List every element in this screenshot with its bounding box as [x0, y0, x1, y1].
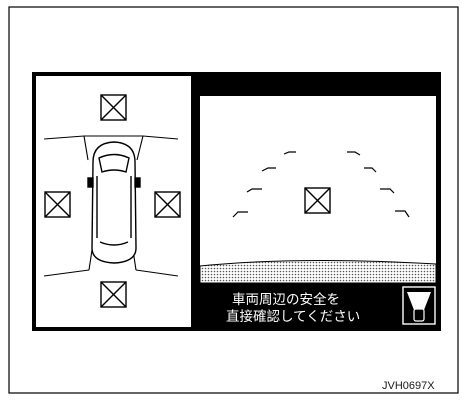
front-view-mode-icon: [402, 286, 436, 325]
figure-code: JVH0697X: [382, 380, 435, 392]
birds-eye-view-panel: [36, 76, 191, 327]
car-top-view-icon: [87, 141, 141, 264]
monitor-screen: 車両周辺の安全を 直接確認してください: [32, 72, 441, 331]
front-camera-view-panel: [199, 96, 437, 284]
bumper-area: [199, 259, 437, 284]
warning-message-line-2: 直接確認してください: [226, 308, 360, 325]
left-camera-placeholder: [44, 191, 71, 218]
warning-message-line-1: 車両周辺の安全を: [232, 291, 340, 308]
right-camera-placeholder: [154, 191, 181, 218]
front-camera-placeholder: [100, 94, 127, 121]
center-camera-placeholder: [304, 187, 331, 214]
rear-camera-placeholder: [100, 281, 127, 308]
